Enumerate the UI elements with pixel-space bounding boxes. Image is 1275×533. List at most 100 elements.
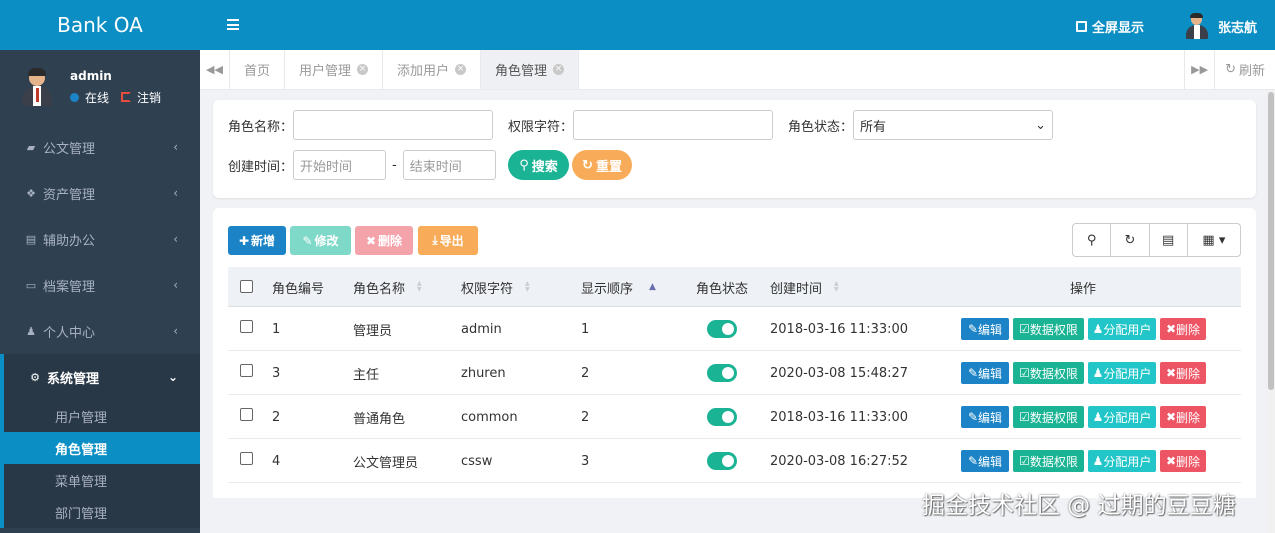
row-edit-button[interactable]: ✎ 编辑	[961, 406, 1009, 428]
sidebar-item-dept-mgmt[interactable]: 部门管理	[4, 496, 200, 528]
sidebar: Bank OA admin 在线 注销 ▰ 公文管理 ‹ ❖ 资产管理 ‹ ▤ …	[0, 0, 200, 533]
table-row[interactable]: 4 公文管理员 cssw 3 2020-03-08 16:27:52 ✎ 编辑 ☑…	[228, 439, 1241, 483]
row-delete-button[interactable]: ✖ 删除	[1160, 318, 1206, 340]
row-delete-button[interactable]: ✖ 删除	[1160, 450, 1206, 472]
sidebar-item-assets[interactable]: ❖ 资产管理 ‹	[0, 170, 200, 216]
sidebar-item-user-mgmt[interactable]: 用户管理	[4, 400, 200, 432]
row-assign-user-button[interactable]: ♟ 分配用户	[1088, 318, 1156, 340]
col-role-id[interactable]: 角色编号	[272, 267, 324, 307]
start-time-input[interactable]: 开始时间	[293, 150, 387, 180]
tab-add-user[interactable]: 添加用户 ×	[383, 50, 482, 89]
sidebar-item-role-mgmt[interactable]: 角色管理	[4, 432, 200, 464]
avatar[interactable]	[20, 68, 54, 106]
reset-button[interactable]: ↻ 重置	[572, 150, 632, 180]
top-header: 全屏显示 张志航	[200, 0, 1275, 50]
row-delete-button[interactable]: ✖ 删除	[1160, 362, 1206, 384]
row-assign-user-button[interactable]: ♟ 分配用户	[1088, 362, 1156, 384]
page-tabs: ◀◀ 首页 用户管理 × 添加用户 × 角色管理 × ▶▶ ↻ 刷新	[200, 50, 1275, 90]
chevron-left-icon: ‹	[173, 140, 178, 154]
page-scrollbar-thumb[interactable]	[1268, 92, 1274, 390]
close-icon[interactable]: ×	[357, 64, 369, 75]
refresh-table-button[interactable]: ↻	[1111, 224, 1150, 256]
row-data-scope-button[interactable]: ☑ 数据权限	[1013, 362, 1084, 384]
delete-button[interactable]: ✖ 删除	[355, 226, 413, 255]
status-toggle[interactable]	[707, 408, 737, 426]
table-row[interactable]: 1 管理员 admin 1 2018-03-16 11:33:00 ✎ 编辑 ☑ 数…	[228, 307, 1241, 351]
table-row[interactable]: 2 普通角色 common 2 2018-03-16 11:33:00 ✎ 编辑 …	[228, 395, 1241, 439]
edit-icon: ✎	[967, 322, 979, 336]
edit-button[interactable]: ✎ 修改	[290, 226, 351, 255]
columns-button[interactable]: ▦ ▾	[1188, 224, 1240, 256]
profile-name: admin	[70, 68, 112, 83]
table-row[interactable]: 3 主任 zhuren 2 2020-03-08 15:48:27 ✎ 编辑 ☑ 数…	[228, 351, 1241, 395]
role-status-select[interactable]: 所有 ⌄	[853, 110, 1054, 140]
toggle-view-button[interactable]: ▤	[1150, 224, 1188, 256]
row-edit-button[interactable]: ✎ 编辑	[961, 318, 1009, 340]
user-icon: ♟	[26, 324, 36, 338]
add-button[interactable]: ✚ 新增	[228, 226, 286, 255]
user-menu[interactable]: 张志航	[1185, 13, 1257, 39]
status-toggle[interactable]	[707, 364, 737, 382]
col-role-key[interactable]: 权限字符 ▲ ▼	[461, 267, 530, 307]
logout-icon[interactable]	[121, 92, 132, 102]
role-id: 3	[272, 365, 281, 381]
col-sort-order[interactable]: 显示顺序 ▲	[581, 267, 656, 307]
sidebar-item-archives[interactable]: ▭ 档案管理 ‹	[0, 262, 200, 308]
search-icon: ⚲	[1086, 232, 1097, 248]
avatar	[1185, 13, 1209, 39]
row-edit-button[interactable]: ✎ 编辑	[961, 450, 1009, 472]
check-square-icon: ☑	[1019, 454, 1030, 468]
select-all-checkbox[interactable]	[240, 280, 253, 293]
row-checkbox[interactable]	[240, 364, 253, 377]
remove-icon: ✖	[1165, 410, 1177, 424]
system-submenu: 用户管理 角色管理 菜单管理 部门管理	[0, 400, 200, 528]
col-role-status[interactable]: 角色状态	[696, 267, 748, 307]
sidebar-item-menu-mgmt[interactable]: 菜单管理	[4, 464, 200, 496]
export-button[interactable]: ⤓ 导出	[418, 226, 478, 255]
sidebar-item-documents[interactable]: ▰ 公文管理 ‹	[0, 124, 200, 170]
tabs-scroll-left-icon[interactable]: ◀◀	[200, 50, 230, 89]
tab-role-mgmt[interactable]: 角色管理 ×	[481, 50, 580, 89]
end-time-input[interactable]: 结束时间	[402, 150, 496, 180]
tabs-scroll-right-icon[interactable]: ▶▶	[1184, 50, 1214, 89]
menu-toggle-icon[interactable]	[227, 19, 239, 30]
role-created: 2018-03-16 11:33:00	[770, 409, 909, 425]
brand-logo[interactable]: Bank OA	[0, 0, 200, 50]
row-assign-user-button[interactable]: ♟ 分配用户	[1088, 406, 1156, 428]
status-toggle[interactable]	[707, 320, 737, 338]
search-button[interactable]: ⚲ 搜索	[508, 150, 569, 180]
row-checkbox[interactable]	[240, 320, 253, 333]
inbox-icon: ▭	[25, 278, 37, 292]
col-role-name[interactable]: 角色名称 ▲ ▼	[353, 267, 422, 307]
tab-home[interactable]: 首页	[230, 50, 286, 89]
search-toggle-button[interactable]: ⚲	[1073, 224, 1112, 256]
header-user-name: 张志航	[1218, 20, 1258, 36]
row-checkbox[interactable]	[240, 408, 253, 421]
row-data-scope-button[interactable]: ☑ 数据权限	[1013, 450, 1084, 472]
row-checkbox[interactable]	[240, 452, 253, 465]
close-icon[interactable]: ×	[455, 64, 467, 75]
fullscreen-button[interactable]: 全屏显示	[1076, 17, 1144, 36]
sidebar-item-personal[interactable]: ♟ 个人中心 ‹	[0, 308, 200, 354]
row-data-scope-button[interactable]: ☑ 数据权限	[1013, 318, 1084, 340]
tab-user-mgmt[interactable]: 用户管理 ×	[285, 50, 384, 89]
role-status-label: 角色状态：	[788, 119, 854, 135]
row-assign-user-button[interactable]: ♟ 分配用户	[1088, 450, 1156, 472]
status-toggle[interactable]	[707, 452, 737, 470]
logout-link[interactable]: 注销	[137, 89, 161, 106]
role-created: 2020-03-08 15:48:27	[770, 365, 909, 381]
sidebar-item-office[interactable]: ▤ 辅助办公 ‹	[0, 216, 200, 262]
file-icon: ▤	[25, 232, 37, 246]
role-key-input[interactable]	[573, 110, 774, 140]
row-data-scope-button[interactable]: ☑ 数据权限	[1013, 406, 1084, 428]
role-name-input[interactable]	[293, 110, 494, 140]
row-delete-button[interactable]: ✖ 删除	[1160, 406, 1206, 428]
role-table-panel: ✚ 新增 ✎ 修改 ✖ 删除 ⤓ 导出 ⚲ ↻ ▤ ▦ ▾ 角色编号 角色名称 ▲ ▼ 权…	[213, 208, 1256, 498]
sidebar-item-system[interactable]: ⚙ 系统管理 ⌄	[0, 354, 200, 400]
col-created-time[interactable]: 创建时间 ▲ ▼	[770, 267, 839, 307]
close-icon[interactable]: ×	[553, 64, 565, 75]
role-name: 主任	[353, 367, 380, 383]
grid-icon: ▦ ▾	[1202, 232, 1226, 248]
refresh-tab-button[interactable]: ↻ 刷新	[1214, 50, 1275, 89]
row-edit-button[interactable]: ✎ 编辑	[961, 362, 1009, 384]
